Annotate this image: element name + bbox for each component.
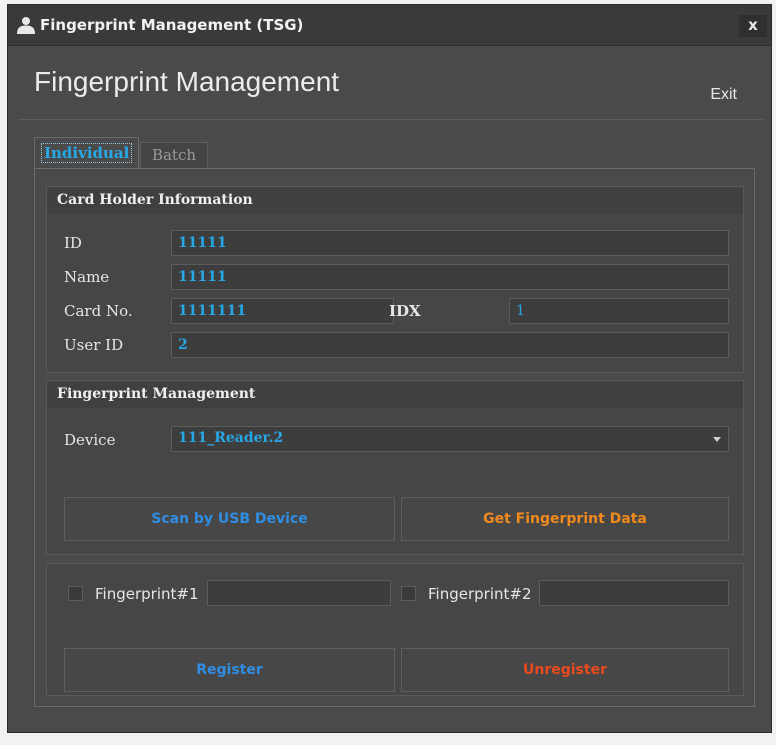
fingerprint2-label: Fingerprint#2 [428,585,532,603]
device-select[interactable]: 111_Reader.2 [171,426,729,452]
exit-button[interactable]: Exit [710,86,737,104]
card-no-field[interactable] [171,298,394,324]
fingerprint1-field[interactable] [207,580,391,606]
individual-tab-panel: Card Holder Information ID Name Card No.… [34,168,755,707]
unregister-button[interactable]: Unregister [401,648,729,692]
tab-batch[interactable]: Batch [140,142,208,169]
window-title: Fingerprint Management (TSG) [40,16,304,34]
fingerprint-section-title: Fingerprint Management [47,381,743,408]
get-fingerprint-data-button[interactable]: Get Fingerprint Data [401,497,729,541]
title-bar: Fingerprint Management (TSG) x [8,5,771,46]
card-holder-section-title: Card Holder Information [47,187,743,214]
fingerprint-section: Fingerprint Management Device 111_Reader… [46,380,744,555]
close-button[interactable]: x [739,15,767,37]
idx-field[interactable] [509,298,729,324]
name-label: Name [64,268,110,286]
tab-individual-label: Individual [41,143,133,163]
tab-individual[interactable]: Individual [34,137,139,169]
page-header: Fingerprint Management Exit [18,46,763,120]
user-id-label: User ID [64,336,124,354]
chevron-down-icon [713,437,721,442]
user-id-field[interactable] [171,332,729,358]
scan-usb-button[interactable]: Scan by USB Device [64,497,395,541]
page-title: Fingerprint Management [34,66,340,97]
id-label: ID [64,234,82,252]
name-field[interactable] [171,264,729,290]
id-field[interactable] [171,230,729,256]
card-no-label: Card No. [64,302,133,320]
register-button[interactable]: Register [64,648,395,692]
user-icon [17,17,35,34]
fingerprint2-field[interactable] [539,580,729,606]
idx-label: IDX [389,302,421,320]
fingerprint1-checkbox[interactable] [68,586,83,601]
device-label: Device [64,431,116,449]
device-select-value: 111_Reader.2 [178,430,284,446]
fingerprint1-label: Fingerprint#1 [95,585,199,603]
registration-section: Fingerprint#1 Fingerprint#2 Register Unr… [46,563,744,696]
card-holder-section: Card Holder Information ID Name Card No.… [46,186,744,373]
fingerprint2-checkbox[interactable] [401,586,416,601]
